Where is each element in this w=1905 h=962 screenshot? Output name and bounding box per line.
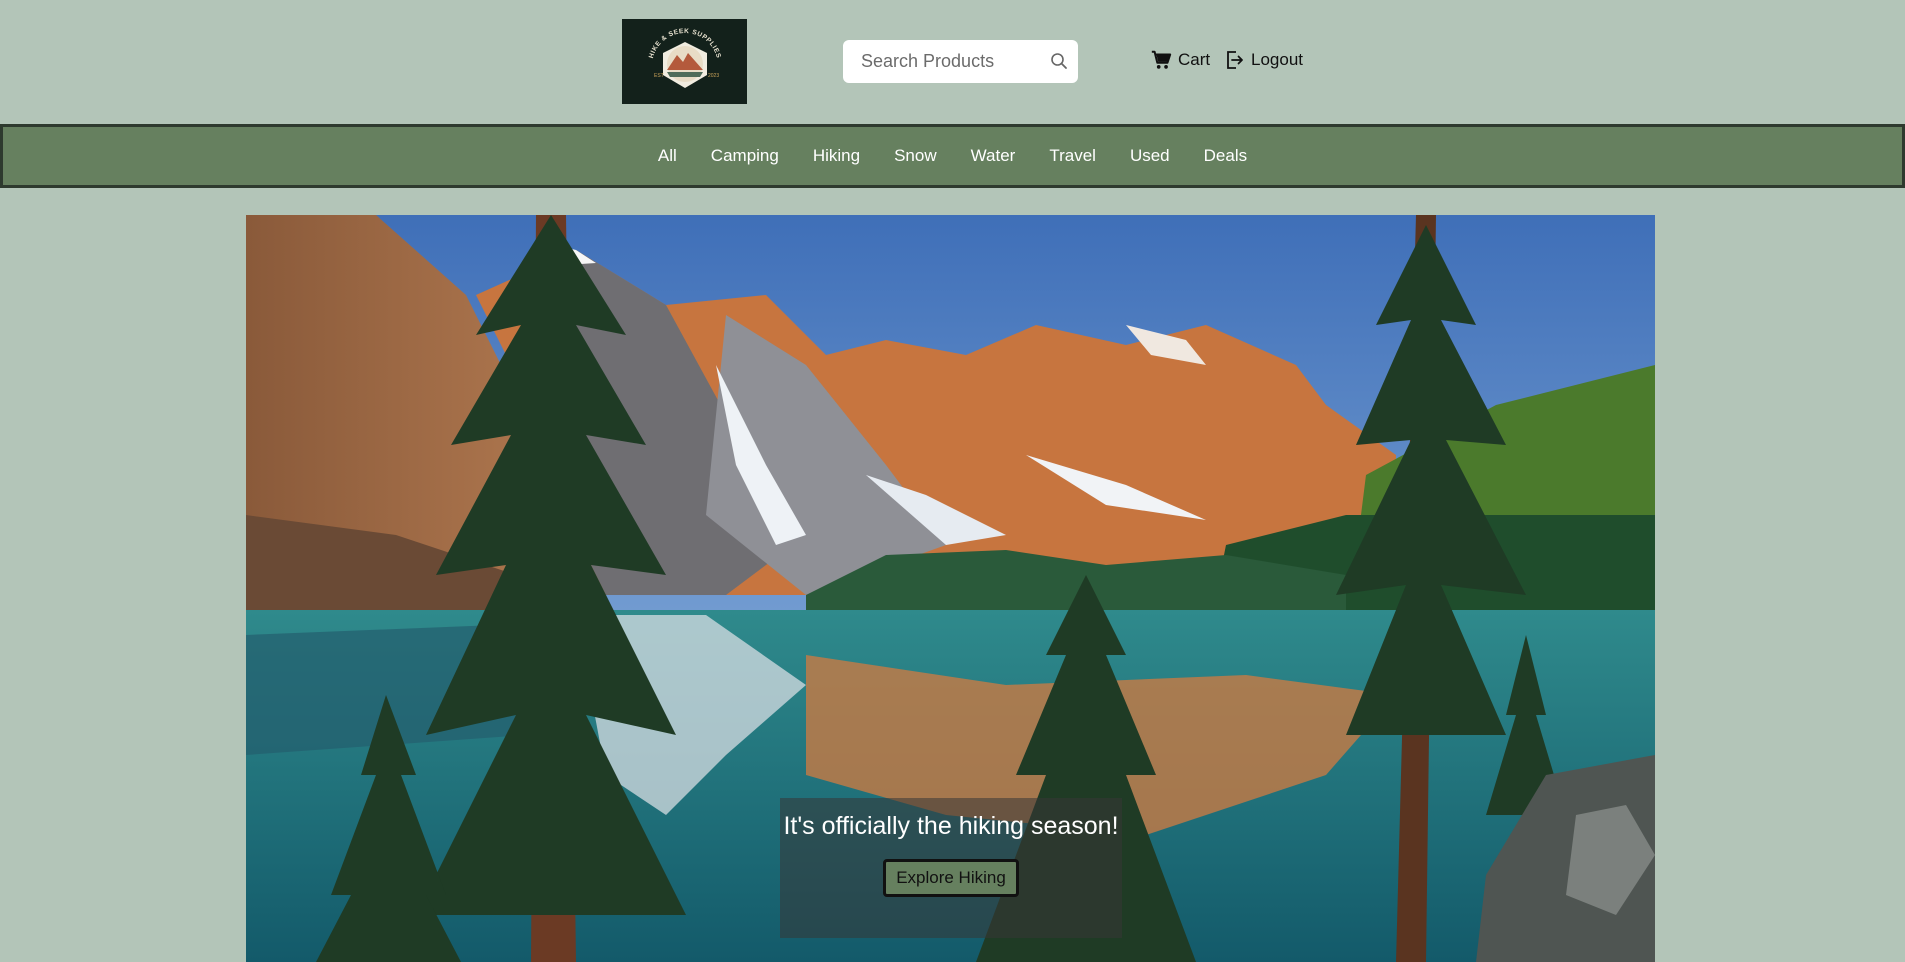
hero-title: It's officially the hiking season! bbox=[783, 812, 1119, 840]
hero-caption: It's officially the hiking season! Explo… bbox=[780, 798, 1122, 938]
svg-text:EST: EST bbox=[654, 73, 664, 79]
logout-icon bbox=[1227, 51, 1243, 69]
search-input[interactable] bbox=[859, 50, 1053, 73]
nav-item-deals[interactable]: Deals bbox=[1187, 146, 1264, 166]
search-box bbox=[843, 40, 1078, 83]
nav-item-snow[interactable]: Snow bbox=[877, 146, 954, 166]
logout-link[interactable]: Logout bbox=[1225, 49, 1303, 71]
explore-hiking-button[interactable]: Explore Hiking bbox=[883, 859, 1019, 897]
nav-item-all[interactable]: All bbox=[641, 146, 694, 166]
svg-text:2023: 2023 bbox=[708, 73, 719, 79]
cart-link[interactable]: Cart bbox=[1150, 49, 1210, 71]
nav-item-used[interactable]: Used bbox=[1113, 146, 1187, 166]
nav-item-camping[interactable]: Camping bbox=[694, 146, 796, 166]
nav-item-travel[interactable]: Travel bbox=[1032, 146, 1113, 166]
search-icon[interactable] bbox=[1050, 52, 1068, 70]
nav-item-hiking[interactable]: Hiking bbox=[796, 146, 877, 166]
site-logo[interactable]: HIKE & SEEK SUPPLIES EST 2023 bbox=[622, 19, 747, 104]
cart-icon bbox=[1151, 50, 1172, 69]
hero-banner: It's officially the hiking season! Explo… bbox=[246, 215, 1655, 962]
logout-label: Logout bbox=[1251, 50, 1303, 69]
category-nav: All Camping Hiking Snow Water Travel Use… bbox=[0, 124, 1905, 188]
cart-label: Cart bbox=[1178, 50, 1211, 69]
nav-item-water[interactable]: Water bbox=[954, 146, 1033, 166]
site-header: HIKE & SEEK SUPPLIES EST 2023 Cart bbox=[0, 0, 1905, 124]
mountain-badge-logo-icon: HIKE & SEEK SUPPLIES EST 2023 bbox=[647, 27, 721, 88]
